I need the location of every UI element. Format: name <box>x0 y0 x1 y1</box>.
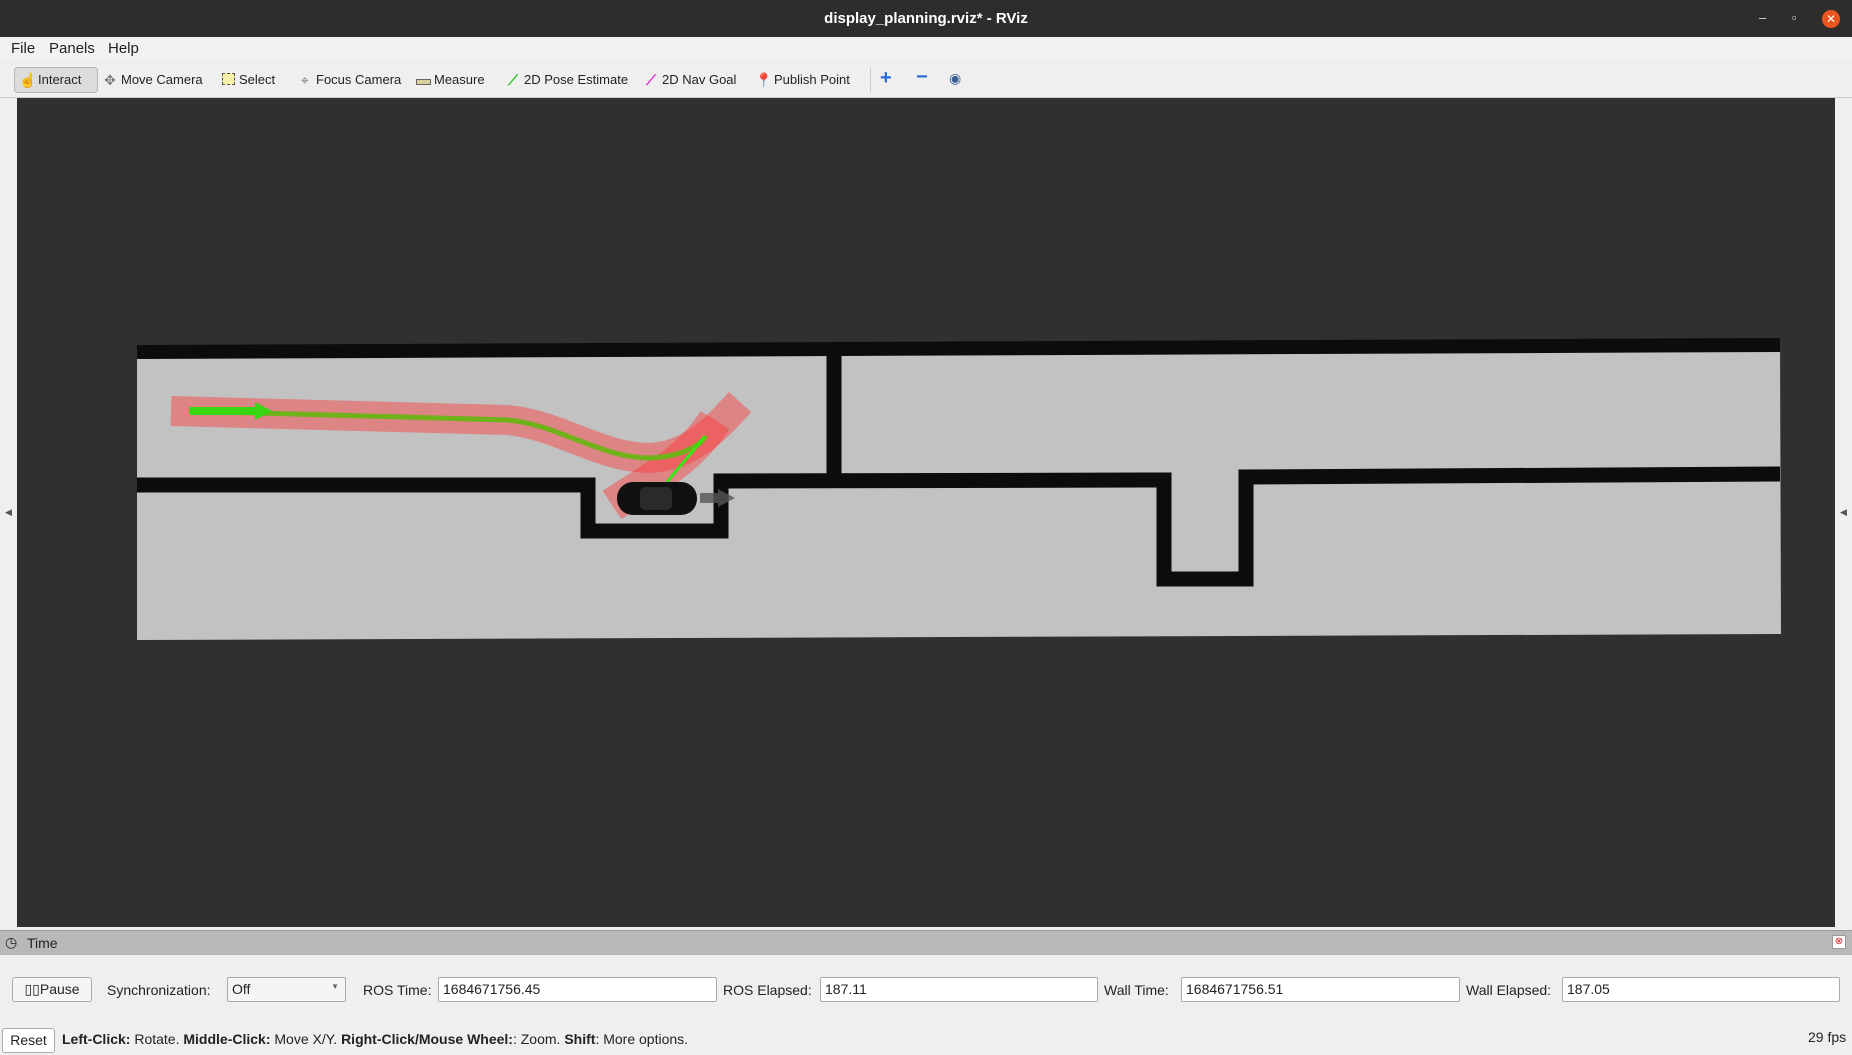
ros-elapsed-field[interactable]: 187.11 <box>820 977 1098 1002</box>
wall-elapsed-field[interactable]: 187.05 <box>1562 977 1840 1002</box>
tool-label: 2D Nav Goal <box>662 72 737 87</box>
magenta-arrow-icon: ⟋ <box>646 72 656 88</box>
reset-button[interactable]: Reset <box>2 1028 55 1053</box>
tool-move-camera[interactable]: ✥ Move Camera <box>102 69 203 91</box>
close-panel-icon[interactable]: ⊗ <box>1832 935 1846 949</box>
vehicle-windows <box>640 487 672 510</box>
hint-key: Shift <box>564 1031 596 1047</box>
hint-text: Move X/Y. <box>270 1031 342 1047</box>
wall-time-field[interactable]: 1684671756.51 <box>1181 977 1460 1002</box>
focus-camera-icon: ⌖ <box>301 72 309 88</box>
map-wall-top <box>136 338 1781 359</box>
menu-file[interactable]: File <box>11 40 35 57</box>
ros-elapsed-label: ROS Elapsed: <box>723 982 812 998</box>
minimize-button[interactable]: – <box>1759 10 1766 25</box>
tool-label: Select <box>239 72 276 87</box>
wall-time-label: Wall Time: <box>1104 982 1169 998</box>
sync-label: Synchronization: <box>107 982 211 998</box>
toolbar-separator <box>870 68 871 92</box>
chevron-down-icon: ▼ <box>331 982 339 991</box>
tool-measure[interactable]: Measure <box>415 69 485 91</box>
tool-label: Publish Point <box>774 72 850 87</box>
ruler-icon <box>415 69 431 91</box>
menu-bar: File Panels Help <box>0 37 1852 60</box>
3d-viewport[interactable] <box>17 98 1835 927</box>
tool-2d-pose-estimate[interactable]: ⟋ 2D Pose Estimate <box>505 69 628 91</box>
tool-2d-nav-goal[interactable]: ⟋ 2D Nav Goal <box>643 69 736 91</box>
ros-time-field[interactable]: 1684671756.45 <box>438 977 717 1002</box>
ros-time-label: ROS Time: <box>363 982 432 998</box>
pause-icon: ▯▯ <box>24 981 40 997</box>
clock-icon: ◷ <box>5 934 18 950</box>
tool-label: Focus Camera <box>316 72 402 87</box>
tool-publish-point[interactable]: 📍 Publish Point <box>755 69 850 91</box>
select-box-icon <box>220 69 236 91</box>
hint-key: Left-Click: <box>62 1031 131 1047</box>
minus-icon[interactable]: − <box>916 66 928 89</box>
eye-icon[interactable]: ◉ <box>949 70 961 87</box>
hint-text: : Zoom. <box>512 1031 565 1047</box>
hint-text: : More options. <box>595 1031 689 1047</box>
menu-panels[interactable]: Panels <box>49 40 95 57</box>
hand-pointer-icon: ☝ <box>19 72 37 88</box>
collapse-left-icon[interactable]: ◀ <box>5 507 12 518</box>
status-hints: Left-Click: Rotate. Middle-Click: Move X… <box>62 1031 688 1047</box>
tool-focus-camera[interactable]: ⌖ Focus Camera <box>297 69 401 91</box>
toolbar: ☝ Interact ✥ Move Camera Select ⌖ Focus Cam… <box>0 60 1852 98</box>
hint-text: Rotate. <box>130 1031 184 1047</box>
hint-key: Right-Click/Mouse Wheel: <box>341 1031 513 1047</box>
time-panel-header: ◷ Time ⊗ <box>0 930 1852 955</box>
window-title: display_planning.rviz* - RViz <box>824 10 1028 27</box>
collapse-right-icon[interactable]: ◀ <box>1840 507 1847 518</box>
sync-value: Off <box>232 981 251 997</box>
hint-key: Middle-Click: <box>183 1031 271 1047</box>
menu-help[interactable]: Help <box>108 40 139 57</box>
synchronization-select[interactable]: Off ▼ <box>227 977 346 1002</box>
green-arrow-icon: ⟋ <box>508 72 518 88</box>
wall-elapsed-label: Wall Elapsed: <box>1466 982 1552 998</box>
fps-counter: 29 fps <box>1808 1029 1847 1045</box>
tool-select[interactable]: Select <box>220 69 275 91</box>
tool-label: Measure <box>434 72 485 87</box>
map-scene <box>136 338 1781 640</box>
tool-label: 2D Pose Estimate <box>524 72 629 87</box>
title-bar: display_planning.rviz* - RViz <box>0 0 1852 37</box>
close-button[interactable]: ✕ <box>1822 10 1840 28</box>
tool-label: Move Camera <box>121 72 203 87</box>
tool-label: Interact <box>38 72 82 87</box>
move-camera-icon: ✥ <box>104 72 116 88</box>
map-pin-icon: 📍 <box>755 72 773 88</box>
time-panel-title: Time <box>27 935 58 951</box>
maximize-button[interactable]: ▫ <box>1792 10 1797 25</box>
pause-label: Pause <box>39 981 80 997</box>
tool-interact[interactable]: ☝ Interact <box>14 67 98 93</box>
pause-button[interactable]: ▯▯Pause <box>12 977 92 1002</box>
plus-icon[interactable]: + <box>880 67 892 90</box>
